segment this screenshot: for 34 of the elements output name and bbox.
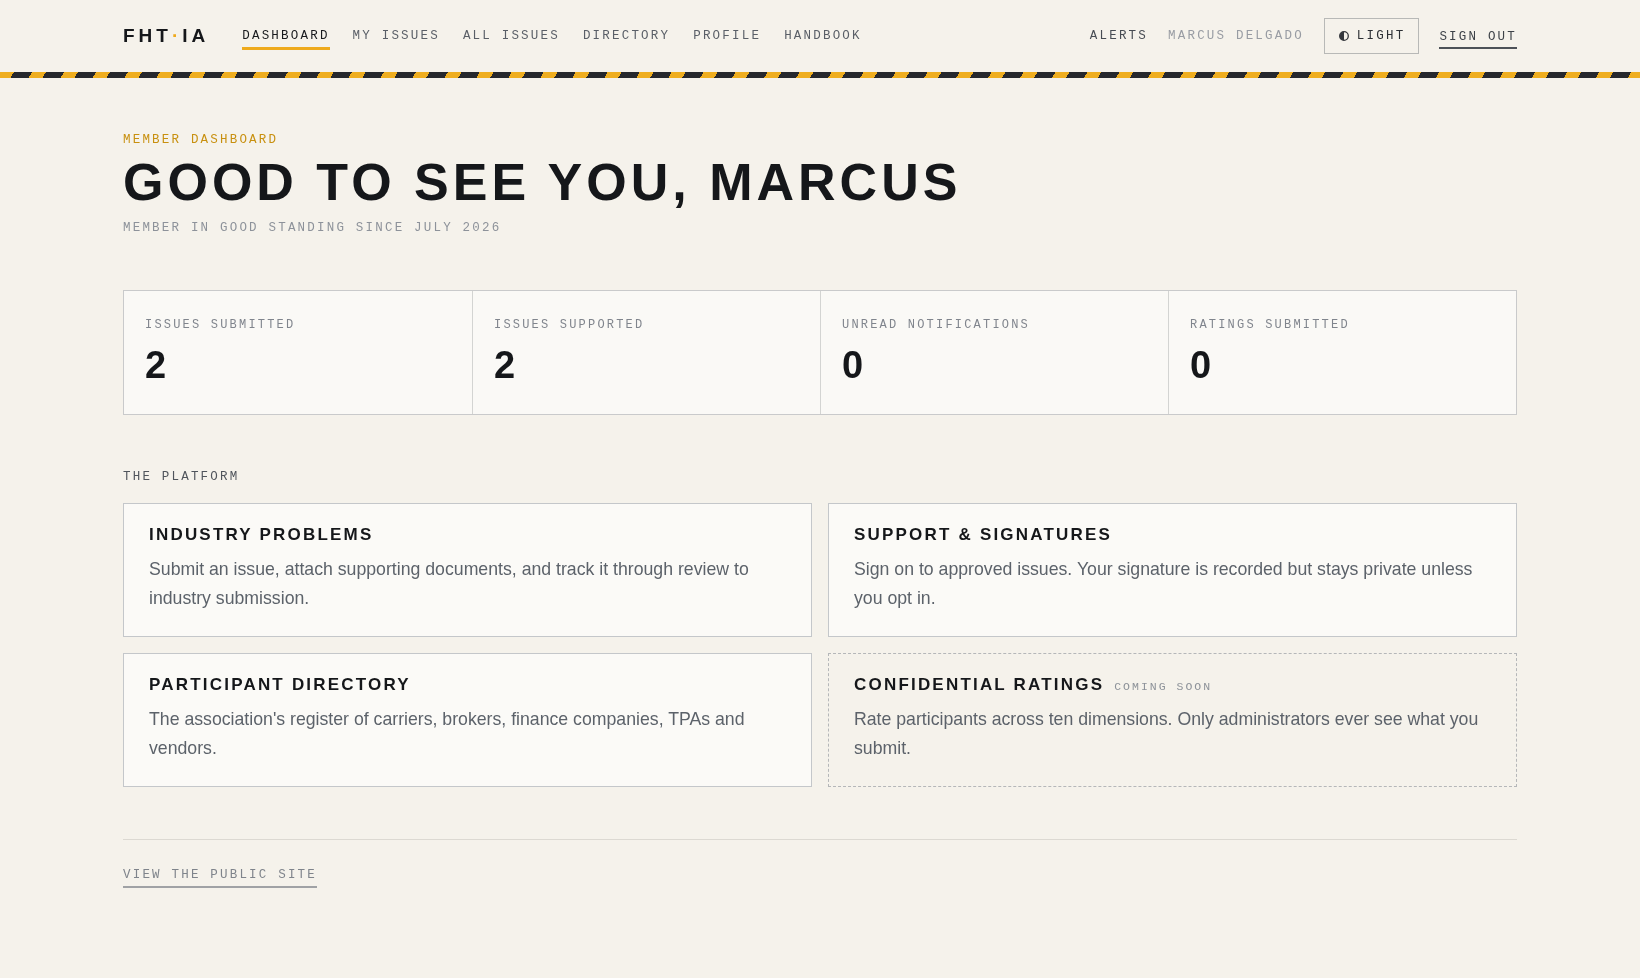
card-description: The association's register of carriers, brokers, finance companies, TPAs and vendors. — [149, 708, 746, 760]
stat-label: RATINGS SUBMITTED — [1190, 317, 1351, 333]
card-description: Sign on to approved issues. Your signature is recorded but stays private unless you opt in. — [854, 558, 1474, 610]
stat-value: 0 — [1190, 346, 1214, 384]
page-title: GOOD TO SEE YOU, MARCUS — [123, 156, 963, 208]
coming-soon-label: COMING SOON — [1114, 679, 1213, 695]
nav-link[interactable]: ALL ISSUES — [462, 22, 560, 50]
card-description: Rate participants across ten dimensions. Only administrators ever see what you submit. — [854, 708, 1480, 760]
page-subtitle: MEMBER IN GOOD STANDING SINCE JULY 2026 — [123, 220, 503, 236]
nav-link[interactable]: DIRECTORY — [582, 22, 671, 50]
page-eyebrow: MEMBER DASHBOARD — [123, 132, 280, 148]
alerts-link[interactable]: ALERTS — [1089, 28, 1149, 44]
public-site-link[interactable]: VIEW THE PUBLIC SITE — [123, 867, 318, 888]
nav-link[interactable]: MY ISSUES — [352, 22, 440, 50]
nav-link[interactable]: DASHBOARD — [242, 22, 330, 50]
stat-label: ISSUES SUPPORTED — [494, 317, 646, 333]
card-description: Submit an issue, attach supporting documents, and track it through review to industry submission. — [149, 558, 750, 610]
stat-value: 2 — [494, 346, 518, 384]
card-title: INDUSTRY PROBLEMS — [149, 525, 374, 545]
card-title: CONFIDENTIAL RATINGS — [854, 675, 1105, 695]
section-heading: THE PLATFORM — [123, 469, 241, 485]
contrast-icon — [1338, 31, 1349, 41]
theme-toggle-button[interactable]: LIGHT — [1323, 18, 1420, 54]
nav-link[interactable]: HANDBOOK — [784, 22, 862, 50]
stat-value: 2 — [145, 346, 169, 384]
sign-out-link[interactable]: SIGN OUT — [1439, 23, 1517, 49]
nav-link[interactable]: PROFILE — [693, 22, 762, 50]
user-name: MARCUS DELGADO — [1168, 28, 1304, 44]
stat-label: UNREAD NOTIFICATIONS — [842, 317, 1032, 333]
logo[interactable]: FHT·IA — [123, 25, 210, 47]
card-title: PARTICIPANT DIRECTORY — [149, 675, 411, 695]
card-title: SUPPORT & SIGNATURES — [854, 525, 1113, 545]
stat-label: ISSUES SUBMITTED — [145, 317, 297, 333]
stat-value: 0 — [842, 346, 866, 384]
